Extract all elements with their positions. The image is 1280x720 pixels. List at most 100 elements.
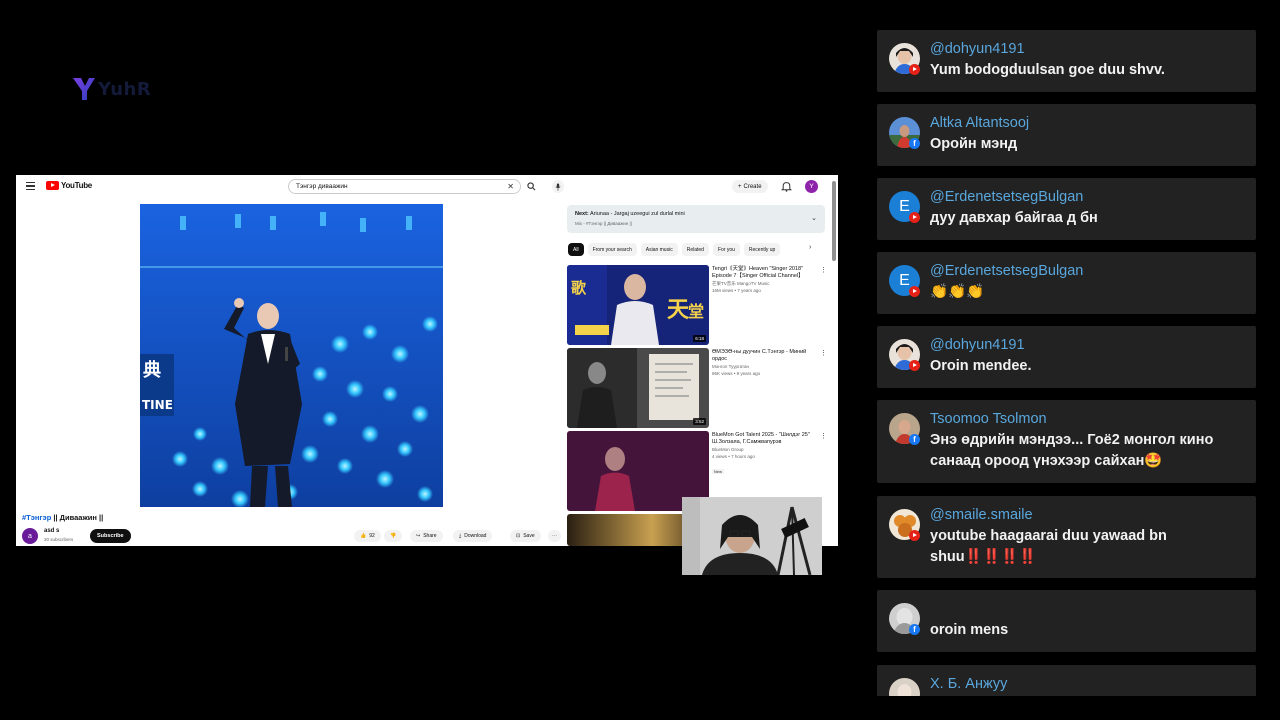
chip-asian-music[interactable]: Asian music [640, 243, 678, 256]
video-title[interactable]: ӨМЭЗӨ-ны дуучин С.Тэнгэр - Миний ордос [712, 349, 814, 363]
thumbs-down-icon: 👎 [390, 533, 397, 539]
chat-message: @dohyun4191 Oroin mendee. [877, 326, 1256, 388]
youtube-icon [909, 212, 920, 223]
up-next-panel[interactable]: Next: Ariunaa - Jargaj uzeegui zul durla… [567, 205, 825, 233]
mic-icon [555, 183, 561, 190]
thumbnail-image: 歌 天 堂 [567, 265, 709, 345]
create-label: Create [743, 183, 762, 190]
chat-text: oroin mens [930, 622, 1009, 638]
share-label: Share [423, 533, 437, 539]
subscribe-button[interactable]: Subscribe [90, 529, 131, 543]
chat-message: f Altka Altantsooj Оройн мэнд [877, 104, 1256, 166]
chat-username: Х. Б. Анжуу [930, 676, 1008, 692]
channel-name[interactable]: asd s [44, 528, 59, 534]
up-next-song: Ariunaa - Jargaj uzeegui zul durlal mini [590, 211, 685, 217]
more-vert-icon[interactable]: ⋮ [820, 349, 827, 357]
more-vert-icon[interactable]: ⋮ [820, 266, 827, 274]
share-icon: ↪ [416, 533, 421, 539]
chat-username: @dohyun4191 [930, 41, 1025, 57]
chip-related[interactable]: Related [681, 243, 709, 256]
thumbs-up-icon: 👍 [360, 533, 367, 539]
chat-username: @smaile.smaile [930, 507, 1033, 523]
youtube-icon [909, 360, 920, 371]
video-channel[interactable]: BlueMon Group [712, 446, 814, 453]
video-title-text: || Диваажин || [51, 513, 104, 522]
search-query[interactable]: Тэнгэр диваажин [296, 183, 507, 190]
page-scrollbar[interactable] [832, 181, 836, 261]
chat-text: Yum bodogduulsan goe duu shvv. [930, 62, 1165, 78]
video-stats: 86K views • 9 years ago [712, 371, 761, 376]
menu-icon[interactable] [26, 182, 35, 190]
chat-message: E @ErdenetsetsegBulgan дуу давхар байгаа… [877, 178, 1256, 240]
video-thumbnail[interactable]: 3:52 [567, 348, 709, 428]
webcam-image [682, 497, 822, 575]
chip-all[interactable]: All [568, 243, 584, 256]
video-title[interactable]: BlueMon Got Talent 2025 - "Шилдэг 25" Ш.… [712, 432, 814, 446]
chevron-down-icon[interactable]: ⌄ [811, 214, 817, 222]
chevron-right-icon[interactable]: › [809, 244, 811, 251]
chat-text: 👏👏👏 [930, 284, 985, 300]
clear-icon[interactable]: ✕ [507, 182, 514, 191]
save-button[interactable]: ⊡ Save [510, 530, 541, 542]
like-count: 92 [369, 533, 375, 539]
video-meta: ӨМЭЗӨ-ны дуучин С.Тэнгэр - Миний ордос М… [712, 349, 814, 377]
search-button[interactable] [524, 179, 538, 194]
youtube-browser-capture: YouTube Тэнгэр диваажин ✕ + Create Y 典 T… [16, 175, 838, 546]
youtube-header: YouTube Тэнгэр диваажин ✕ + Create Y [16, 175, 838, 199]
chat-username: Altka Altantsooj [930, 115, 1030, 131]
up-next-label: Next: [575, 211, 589, 217]
facebook-icon: f [909, 138, 920, 149]
chat-username: @ErdenetsetsegBulgan [930, 189, 1084, 205]
channel-avatar[interactable]: a [22, 528, 38, 544]
chat-panel: @dohyun4191 Yum bodogduulsan goe duu shv… [877, 30, 1256, 696]
download-icon: ⤓ [459, 533, 462, 539]
video-title[interactable]: Tengri《天堂》Heaven "Singer 2018" Episode 7… [712, 266, 814, 280]
video-hashtag[interactable]: #Тэнгэр [22, 513, 51, 522]
chat-username: @ErdenetsetsegBulgan [930, 263, 1084, 279]
recommended-video[interactable]: 3:52 ӨМЭЗӨ-ны дуучин С.Тэнгэр - Миний ор… [567, 348, 827, 428]
thumbnail-image [567, 348, 709, 428]
avatar [889, 678, 920, 696]
dislike-button[interactable]: 👎 [384, 530, 403, 542]
video-channel[interactable]: 芒果TV音乐 MangoTV Music [712, 280, 814, 287]
chat-text: youtube haagaarai duu yawaad bn shuu‼️‼️… [930, 528, 1167, 565]
share-button[interactable]: ↪ Share [410, 530, 443, 542]
svg-text:典: 典 [143, 359, 161, 381]
chip-recently-uploaded[interactable]: Recently up [743, 243, 781, 256]
channel-row: a asd s 30 subscribers Subscribe 👍 92 👎 … [22, 527, 562, 545]
more-actions-button[interactable]: ⋯ [548, 530, 561, 542]
notifications-icon[interactable] [781, 181, 792, 192]
more-icon: ⋯ [552, 533, 557, 539]
video-meta: BlueMon Got Talent 2025 - "Шилдэг 25" Ш.… [712, 432, 814, 478]
like-button[interactable]: 👍 92 [354, 530, 381, 542]
chat-text: Оройн мэнд [930, 136, 1018, 152]
chip-for-you[interactable]: For you [712, 243, 740, 256]
stream-scene: YuhR YouTube Тэнгэр диваажин ✕ + Create [0, 0, 1280, 720]
video-frame-image: 典 TINE [140, 204, 443, 507]
youtube-logo[interactable]: YouTube [46, 181, 92, 190]
voice-search-button[interactable] [552, 180, 564, 193]
svg-text:堂: 堂 [688, 302, 704, 321]
chat-message: f Tsoomoo Tsolmon Энэ өдрийн мэндээ... Г… [877, 400, 1256, 483]
more-vert-icon[interactable]: ⋮ [820, 432, 827, 440]
up-next-playlist: Mix - #Тэнгэр || Диваажин || [575, 221, 632, 226]
youtube-icon [909, 286, 920, 297]
video-thumbnail[interactable]: 歌 天 堂 6:18 [567, 265, 709, 345]
search-input[interactable]: Тэнгэр диваажин ✕ [288, 179, 521, 194]
chat-username: @dohyun4191 [930, 337, 1025, 353]
video-duration: 3:52 [693, 418, 706, 425]
video-player[interactable]: 典 TINE [140, 204, 443, 507]
chat-message: Х. Б. Анжуу [877, 665, 1256, 696]
account-avatar[interactable]: Y [805, 180, 818, 193]
download-button[interactable]: ⤓ Download [453, 530, 493, 542]
video-title: #Тэнгэр || Диваажин || [22, 513, 103, 522]
filter-chips: All From your search Asian music Related… [568, 243, 824, 257]
avatar-image [889, 678, 920, 696]
up-next-title: Next: Ariunaa - Jargaj uzeegui zul durla… [575, 211, 685, 217]
recommended-video[interactable]: 歌 天 堂 6:18 Tengri《天堂》Heaven "Singer 2018… [567, 265, 827, 345]
create-button[interactable]: + Create [732, 180, 768, 193]
plus-icon: + [738, 183, 742, 190]
video-channel[interactable]: Монгол Туургатан [712, 363, 814, 370]
chip-from-your-search[interactable]: From your search [587, 243, 637, 256]
search-icon [526, 182, 535, 191]
